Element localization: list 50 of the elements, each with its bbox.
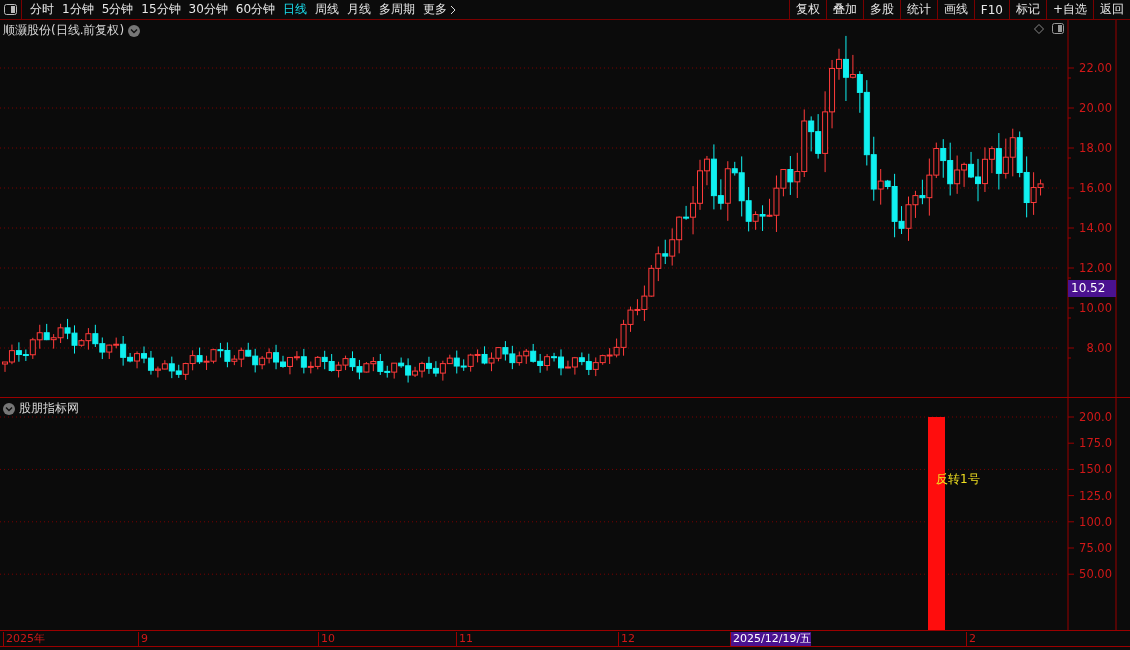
value-axis-label: 150.0 [1079, 462, 1112, 477]
price-axis-label: 20.00 [1079, 101, 1112, 115]
price-axis-label: 8.00 [1086, 341, 1112, 355]
time-axis-label: 12 [618, 632, 635, 646]
period-tab[interactable]: 60分钟 [231, 1, 280, 18]
value-axis-label: 175.0 [1079, 436, 1112, 451]
toolbar-button[interactable]: 标记 [1008, 0, 1046, 19]
toolbar-button[interactable]: 画线 [936, 0, 974, 19]
period-tab[interactable]: 更多 [419, 1, 461, 18]
period-tab[interactable]: 月线 [343, 1, 376, 18]
time-axis-label: 2025年 [3, 632, 45, 646]
toolbar-button[interactable]: 复权 [788, 0, 826, 19]
toolbar-button[interactable]: 叠加 [825, 0, 863, 19]
time-axis-label: 9 [138, 632, 148, 646]
price-axis-label: 22.00 [1079, 61, 1112, 75]
chevron-down-icon[interactable] [128, 24, 141, 37]
period-tab[interactable]: 周线 [311, 1, 344, 18]
price-axis-label: 16.00 [1079, 181, 1112, 195]
price-axis-label: 18.00 [1079, 141, 1112, 155]
time-axis-label: 10 [318, 632, 335, 646]
toolbar-button[interactable]: +自选 [1045, 0, 1093, 19]
crosshair-date-label: 2025/12/19/五 [730, 632, 812, 646]
chevron-down-icon[interactable] [3, 402, 15, 415]
price-axis-label: 14.00 [1079, 221, 1112, 235]
period-tab[interactable]: 多周期 [375, 1, 420, 18]
last-price-tag: 10.52 [1068, 280, 1116, 297]
value-axis-label: 125.0 [1079, 488, 1112, 503]
panel-toggle-icon[interactable] [1052, 23, 1064, 34]
value-axis-label: 100.0 [1079, 514, 1112, 529]
period-tab[interactable]: 日线 [279, 1, 312, 18]
chevron-right-icon [450, 4, 457, 15]
chart-title: 顺灏股份(日线.前复权) [3, 22, 125, 39]
price-axis-label: 10.00 [1079, 301, 1112, 315]
period-tab[interactable]: 15分钟 [137, 1, 185, 18]
toolbar-button[interactable]: 返回 [1093, 0, 1130, 19]
period-tab[interactable]: 5分钟 [97, 1, 138, 18]
price-axis-label: 12.00 [1079, 261, 1112, 275]
layout-toggle-icon[interactable] [4, 4, 17, 15]
toolbar-button[interactable]: 多股 [862, 0, 900, 19]
period-tab[interactable]: 30分钟 [184, 1, 232, 18]
period-tab[interactable]: 1分钟 [58, 1, 98, 18]
time-axis-label: 2 [966, 632, 976, 646]
toolbar-button[interactable]: F10 [973, 0, 1009, 19]
indicator-title: 股朋指标网 [19, 400, 79, 417]
toolbar-button[interactable]: 统计 [899, 0, 937, 19]
value-axis-label: 200.0 [1079, 410, 1112, 424]
period-tab[interactable]: 分时 [26, 1, 58, 18]
value-axis-label: 75.00 [1079, 541, 1112, 555]
value-axis-label: 50.00 [1079, 567, 1112, 582]
time-axis-label: 11 [456, 632, 473, 646]
